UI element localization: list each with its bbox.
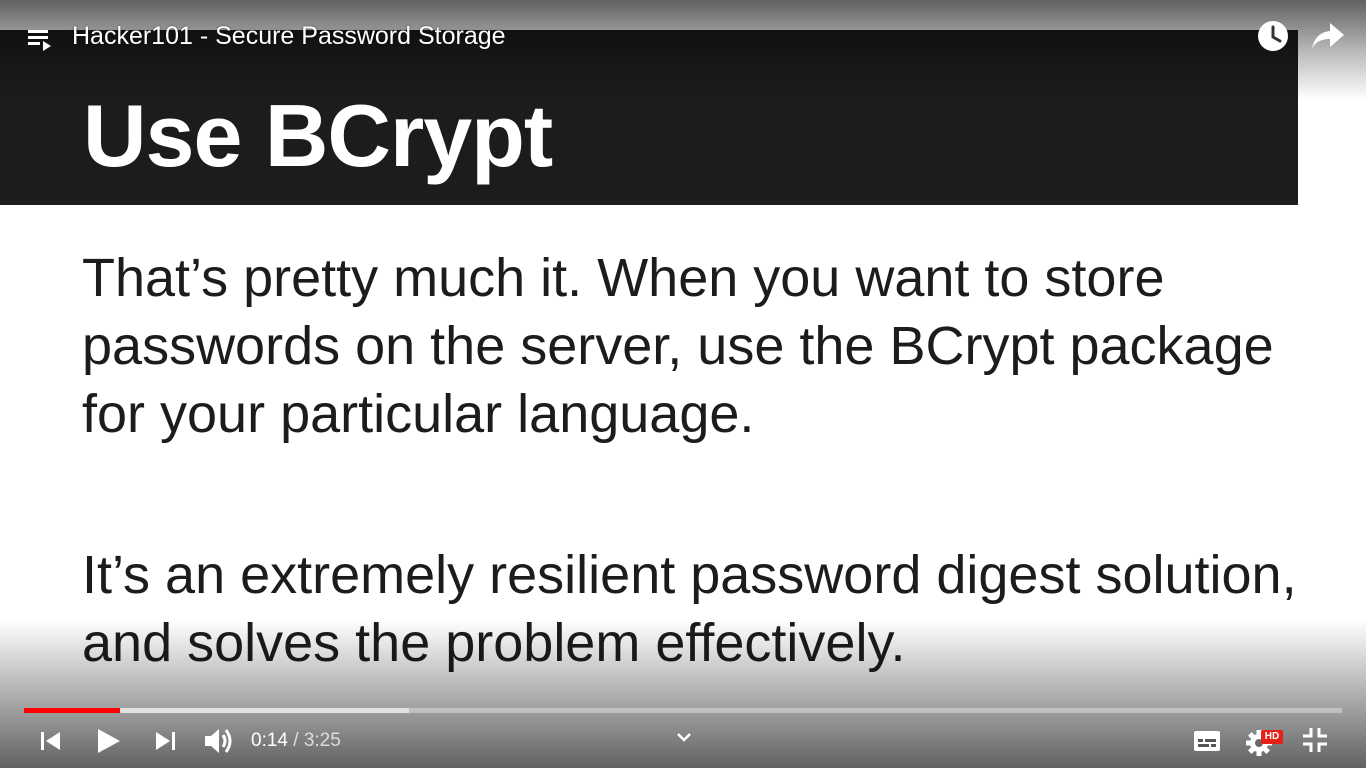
- current-time: 0:14: [251, 730, 288, 751]
- skip-previous-icon[interactable]: [38, 728, 64, 754]
- duration: 3:25: [303, 730, 341, 751]
- slide-title: Use BCrypt: [83, 86, 553, 185]
- video-frame[interactable]: Use BCrypt That’s pretty much it. When y…: [0, 0, 1366, 768]
- time-separator: /: [287, 730, 304, 751]
- top-bar: Hacker101 - Secure Password Storage: [0, 0, 1366, 72]
- video-title-link[interactable]: Hacker101 - Secure Password Storage: [72, 20, 506, 52]
- share-icon[interactable]: [1310, 20, 1346, 52]
- slide-paragraph-1: That’s pretty much it. When you want to …: [82, 248, 1274, 444]
- time-display: 0:14 / 3:25: [251, 728, 341, 754]
- captions-icon[interactable]: [1192, 728, 1222, 754]
- skip-next-icon[interactable]: [152, 728, 178, 754]
- play-icon[interactable]: [94, 726, 122, 756]
- watch-later-icon[interactable]: [1256, 19, 1290, 53]
- progress-bar[interactable]: [24, 708, 1342, 713]
- chevron-down-icon[interactable]: [674, 728, 694, 748]
- slide-paragraph-2: It’s an extremely resilient password dig…: [82, 545, 1297, 673]
- volume-icon[interactable]: [202, 724, 236, 758]
- hd-badge: HD: [1261, 730, 1283, 744]
- exit-fullscreen-icon[interactable]: [1301, 726, 1329, 754]
- playlist-icon[interactable]: [26, 26, 54, 54]
- progress-played: [24, 708, 121, 713]
